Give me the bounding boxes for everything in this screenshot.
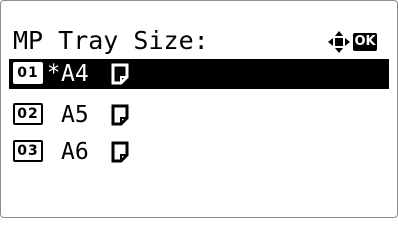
list-item-a4[interactable]: 01 * A4 — [9, 59, 389, 89]
portrait-paper-icon — [111, 104, 129, 126]
four-way-arrow-icon — [328, 31, 350, 53]
item-number: 02 — [13, 103, 43, 125]
lcd-screen: MP Tray Size: OK 01 * A4 02 A5 03 A6 — [0, 0, 398, 218]
screen-title: MP Tray Size: — [13, 26, 209, 55]
default-marker: * — [47, 61, 61, 86]
item-label: A4 — [61, 61, 89, 87]
portrait-paper-icon — [111, 63, 129, 85]
portrait-paper-icon — [111, 141, 129, 163]
item-label: A6 — [61, 139, 89, 165]
list-item-a6[interactable]: 03 A6 — [9, 137, 389, 167]
list-item-a5[interactable]: 02 A5 — [9, 100, 389, 130]
item-number: 03 — [13, 140, 43, 162]
item-number: 01 — [13, 62, 43, 84]
item-label: A5 — [61, 102, 89, 128]
ok-key-icon: OK — [353, 33, 377, 51]
